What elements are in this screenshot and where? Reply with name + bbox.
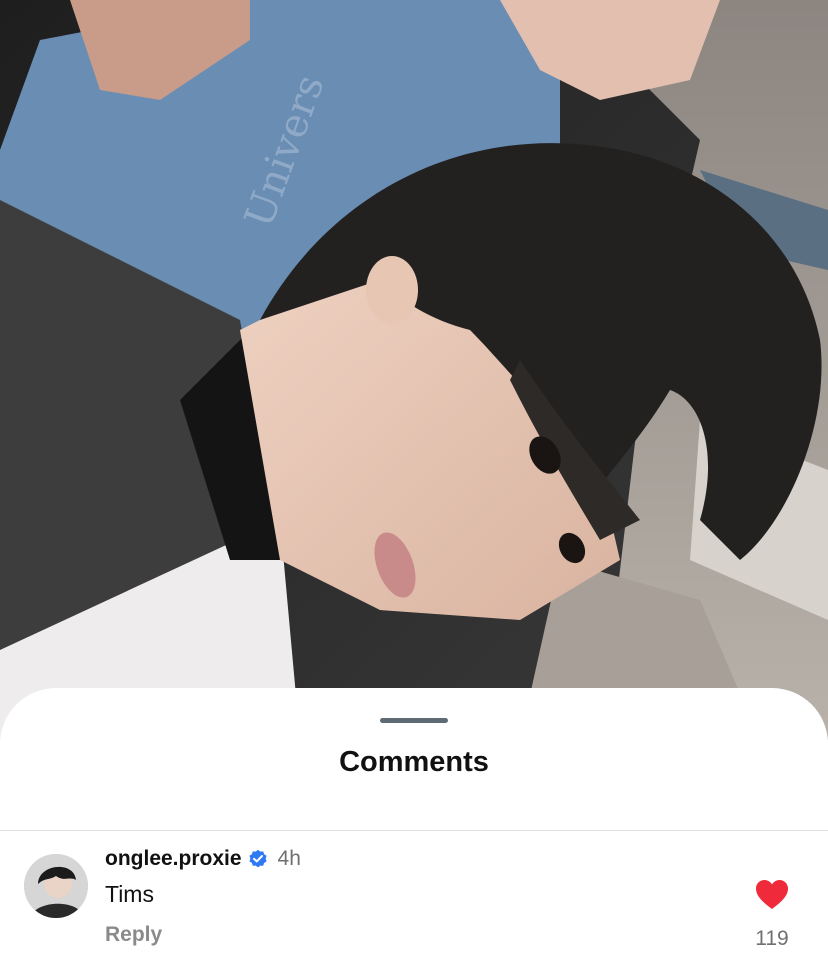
reply-button[interactable]: Reply [105, 923, 162, 947]
comment-username[interactable]: onglee.proxie [105, 847, 242, 871]
sheet-grabber[interactable] [380, 718, 448, 723]
comment-timestamp: 4h [277, 847, 301, 870]
comment-text: Tims [105, 881, 154, 907]
sheet-title: Comments [339, 746, 489, 778]
verified-badge-icon [248, 849, 268, 869]
comments-sheet: Comments onglee.proxie 4h Tims Reply 119 [0, 688, 828, 976]
like-count: 119 [755, 927, 789, 950]
avatar[interactable] [24, 854, 88, 918]
comment-header: onglee.proxie 4h [105, 845, 301, 873]
heart-icon[interactable] [755, 879, 789, 911]
comment-item: onglee.proxie 4h Tims Reply 119 [0, 831, 828, 976]
post-photo: Univers [0, 0, 828, 740]
